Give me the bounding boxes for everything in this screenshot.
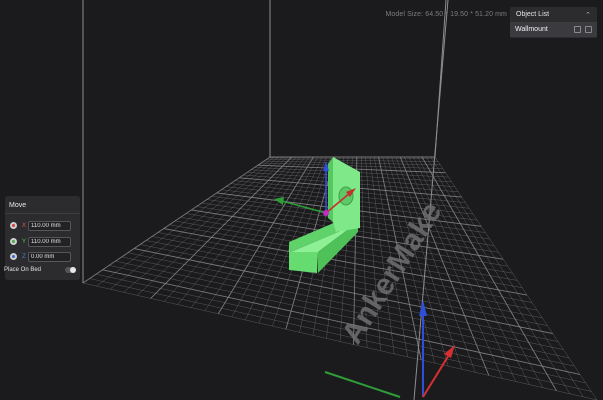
object-list-header[interactable]: Object List ⌃ xyxy=(510,7,597,22)
eye-icon[interactable] xyxy=(574,26,581,33)
move-panel-divider xyxy=(5,213,80,214)
y-axis-letter: Y xyxy=(21,238,26,245)
x-position-input[interactable] xyxy=(28,220,71,231)
x-axis-letter: X xyxy=(21,222,26,229)
origin-axes xyxy=(324,300,455,398)
chevron-up-icon[interactable]: ⌃ xyxy=(585,11,591,19)
settings-icon[interactable] xyxy=(585,26,592,33)
build-volume-scene[interactable]: AnkerMake xyxy=(0,0,603,400)
y-axis-row: Y xyxy=(10,236,71,247)
y-position-input[interactable] xyxy=(28,236,71,247)
object-name: Wallmount xyxy=(515,26,548,33)
z-position-input[interactable] xyxy=(28,251,71,262)
z-axis-row: Z xyxy=(10,251,71,262)
3d-viewport[interactable]: AnkerMake Model Size: 64.50 * 19.50 * 51… xyxy=(0,0,603,400)
model-size-readout: Model Size: 64.50 * 19.50 * 51.20 mm xyxy=(385,11,507,18)
place-on-bed-label: Place On Bed xyxy=(4,267,42,273)
place-on-bed-toggle[interactable] xyxy=(65,267,76,273)
object-list-item[interactable]: Wallmount xyxy=(510,22,597,37)
y-axis-icon xyxy=(10,238,17,245)
object-list-panel: Object List ⌃ Wallmount xyxy=(510,7,597,38)
place-on-bed-row: Place On Bed xyxy=(4,265,76,275)
x-axis-row: X xyxy=(10,220,71,231)
x-axis-icon xyxy=(10,222,17,229)
z-axis-letter: Z xyxy=(22,253,26,260)
z-axis-icon xyxy=(10,253,17,260)
move-panel-title: Move xyxy=(9,202,27,209)
object-list-title: Object List xyxy=(516,11,550,18)
